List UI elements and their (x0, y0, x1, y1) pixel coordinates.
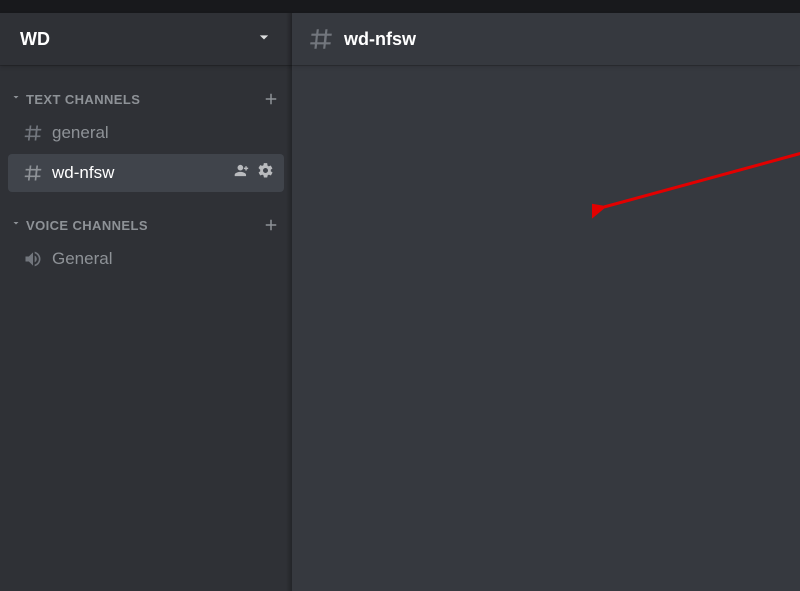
window-titlebar (0, 0, 800, 13)
app-window: WD TEXT CHANNELS (0, 0, 800, 591)
text-channel-general[interactable]: general (8, 114, 284, 152)
hash-icon (22, 123, 44, 143)
chevron-down-icon (10, 216, 22, 234)
channel-list: TEXT CHANNELS general (0, 65, 292, 279)
gear-icon[interactable] (257, 162, 274, 184)
annotation-arrow (592, 141, 800, 221)
channel-title: wd-nfsw (344, 29, 416, 50)
category-toggle[interactable]: TEXT CHANNELS (10, 90, 140, 108)
channel-name: wd-nfsw (52, 163, 226, 183)
chevron-down-icon (254, 27, 274, 52)
channel-actions (234, 162, 274, 184)
category-header-voice[interactable]: VOICE CHANNELS (0, 211, 292, 239)
add-channel-button[interactable] (262, 216, 280, 234)
speaker-icon (22, 249, 44, 269)
hash-icon (22, 163, 44, 183)
hash-icon (308, 26, 334, 52)
add-channel-button[interactable] (262, 90, 280, 108)
server-header-button[interactable]: WD (0, 13, 292, 65)
category-label: VOICE CHANNELS (26, 218, 148, 233)
voice-channel-general[interactable]: General (8, 240, 284, 278)
category-header-text[interactable]: TEXT CHANNELS (0, 85, 292, 113)
text-channel-wd-nfsw[interactable]: wd-nfsw (8, 154, 284, 192)
category-toggle[interactable]: VOICE CHANNELS (10, 216, 148, 234)
channel-header: wd-nfsw (292, 13, 800, 65)
main-content: wd-nfsw (292, 13, 800, 591)
channel-name: general (52, 123, 274, 143)
channel-name: General (52, 249, 274, 269)
chevron-down-icon (10, 90, 22, 108)
category-label: TEXT CHANNELS (26, 92, 140, 107)
server-name: WD (20, 29, 50, 50)
app-body: WD TEXT CHANNELS (0, 13, 800, 591)
channel-sidebar: WD TEXT CHANNELS (0, 13, 292, 591)
create-invite-icon[interactable] (234, 162, 251, 184)
